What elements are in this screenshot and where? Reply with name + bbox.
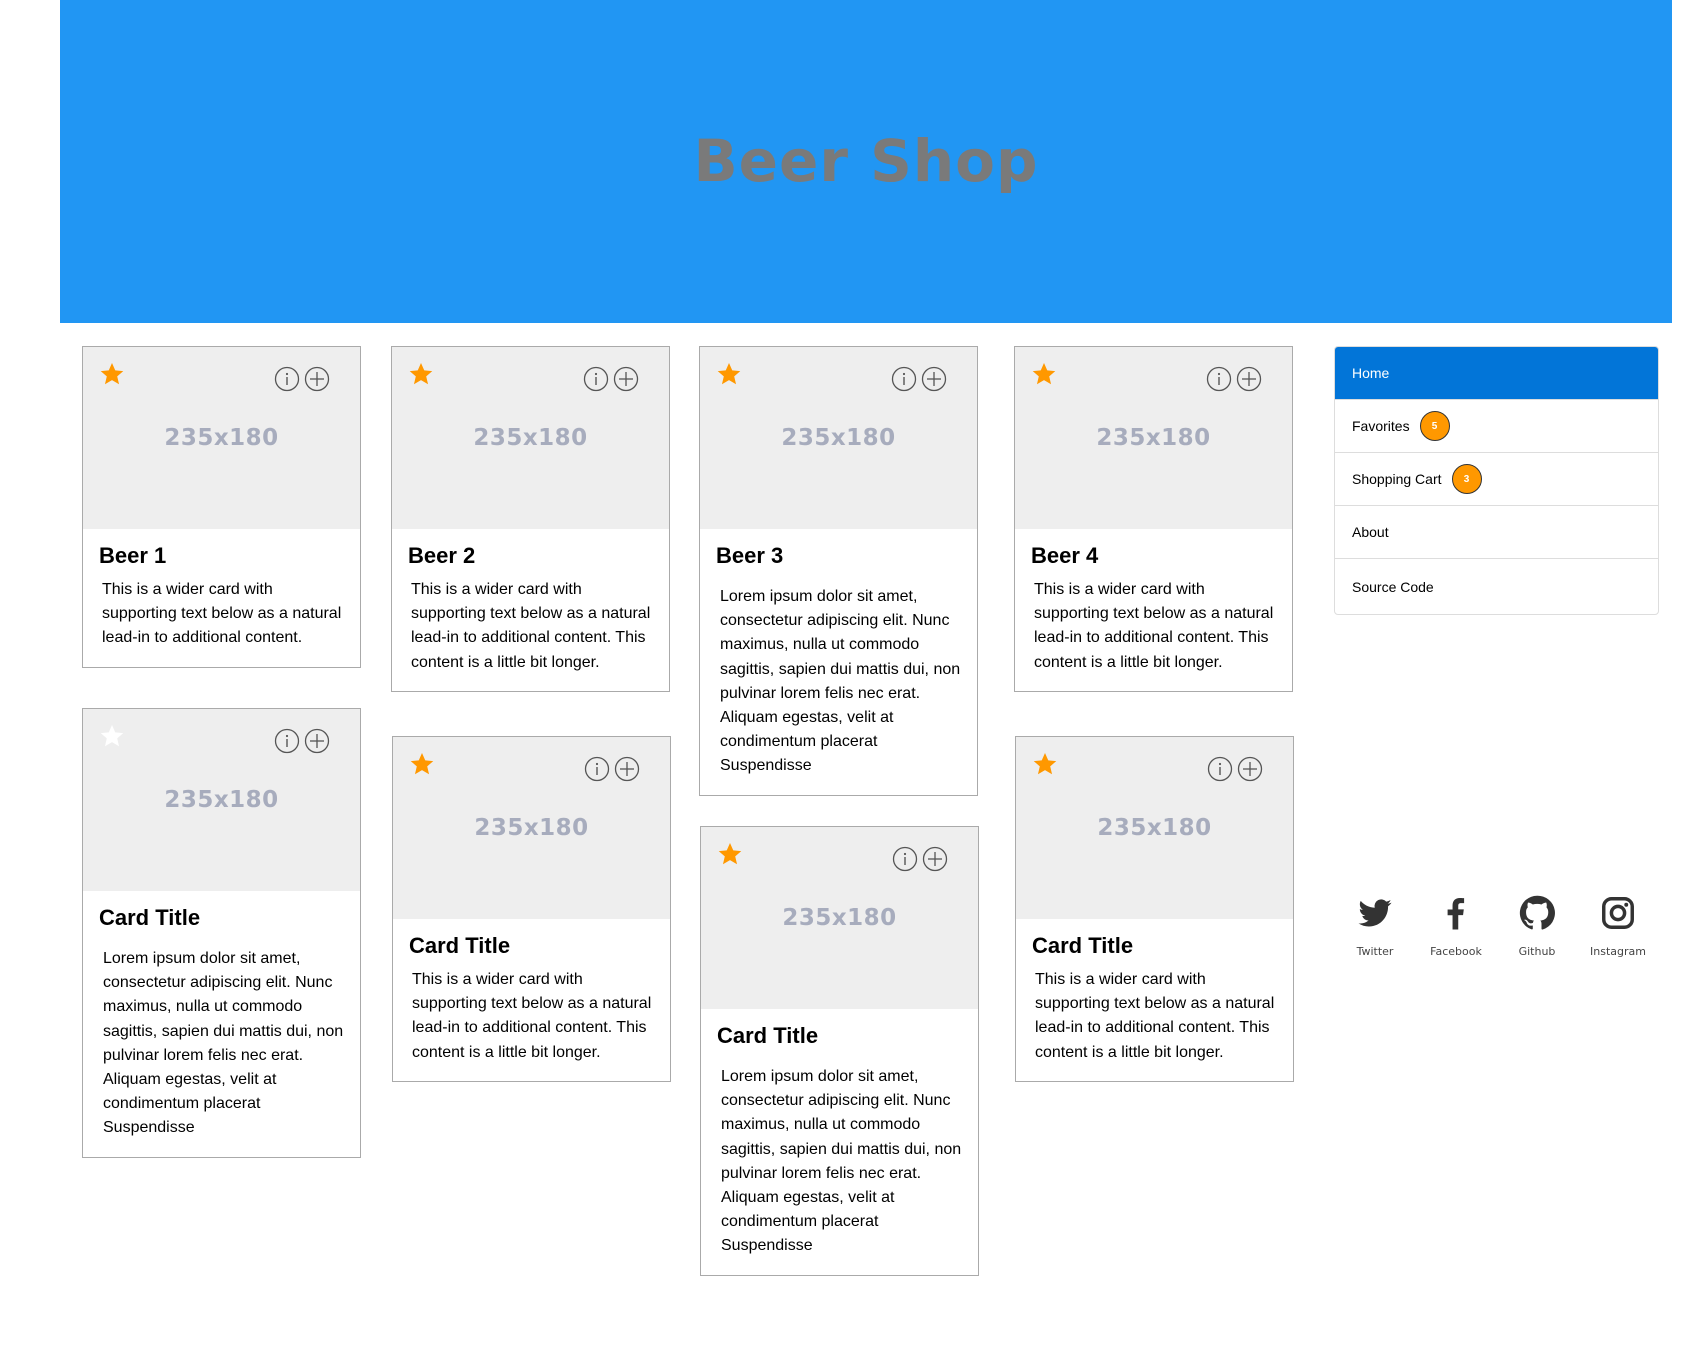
card-image-placeholder: 235x180 (1016, 737, 1293, 919)
card-image-placeholder: 235x180 (392, 347, 669, 529)
placeholder-label: 235x180 (782, 905, 897, 931)
twitter-link[interactable]: Twitter (1335, 895, 1415, 958)
header-banner: Beer Shop (60, 0, 1672, 323)
nav-item-about[interactable]: About (1335, 506, 1658, 559)
star-icon[interactable] (1031, 361, 1057, 387)
card-image-placeholder: 235x180 (83, 347, 360, 529)
card-text: Lorem ipsum dolor sit amet, consectetur … (720, 588, 961, 775)
placeholder-label: 235x180 (164, 787, 279, 813)
card-title: Beer 2 (408, 543, 476, 568)
sidebar-nav: Home Favorites 5 Shopping Cart 3 About S… (1334, 346, 1659, 615)
star-icon[interactable] (408, 361, 434, 387)
nav-item-favorites[interactable]: Favorites 5 (1335, 400, 1658, 453)
card-image-placeholder: 235x180 (701, 827, 978, 1009)
instagram-link[interactable]: Instagram (1578, 895, 1658, 958)
github-link[interactable]: Github (1497, 895, 1577, 958)
info-icon[interactable] (892, 846, 918, 872)
nav-item-label: Source Code (1352, 578, 1434, 595)
placeholder-label: 235x180 (474, 815, 589, 841)
card-image-placeholder: 235x180 (700, 347, 977, 529)
info-icon[interactable] (584, 756, 610, 782)
card-title: Beer 1 (99, 543, 167, 568)
star-icon[interactable] (409, 751, 435, 777)
info-icon[interactable] (274, 366, 300, 392)
card-text: Lorem ipsum dolor sit amet, consectetur … (721, 1068, 962, 1255)
card-image-placeholder: 235x180 (83, 709, 360, 891)
add-circle-icon[interactable] (1237, 756, 1263, 782)
card-text: Lorem ipsum dolor sit amet, consectetur … (103, 950, 344, 1137)
nav-item-label: Shopping Cart (1352, 471, 1442, 487)
card-text: This is a wider card with supporting tex… (411, 581, 651, 671)
facebook-link[interactable]: Facebook (1416, 895, 1496, 958)
card-title: Card Title (99, 905, 201, 930)
placeholder-label: 235x180 (473, 425, 588, 451)
add-circle-icon[interactable] (614, 756, 640, 782)
cart-count-badge: 3 (1451, 464, 1482, 494)
card-text: This is a wider card with supporting tex… (1035, 971, 1275, 1061)
social-label: Github (1518, 945, 1556, 958)
nav-item-label: Favorites (1352, 418, 1410, 434)
add-circle-icon[interactable] (613, 366, 639, 392)
card-title: Card Title (717, 1023, 819, 1048)
add-circle-icon[interactable] (304, 728, 330, 754)
nav-item-label: Home (1352, 365, 1390, 381)
star-icon[interactable] (716, 361, 742, 387)
beer-card: 235x180 Card Title This is a wider card … (392, 736, 671, 1082)
star-icon[interactable] (717, 841, 743, 867)
card-title: Beer 4 (1031, 543, 1099, 568)
nav-item-home[interactable]: Home (1335, 347, 1658, 400)
card-title: Beer 3 (716, 543, 784, 568)
facebook-icon (1447, 898, 1465, 930)
nav-item-label: About (1352, 524, 1389, 540)
card-text: This is a wider card with supporting tex… (1034, 581, 1274, 671)
card-text: This is a wider card with supporting tex… (412, 971, 652, 1061)
add-circle-icon[interactable] (1236, 366, 1262, 392)
nav-item-shopping-cart[interactable]: Shopping Cart 3 (1335, 453, 1658, 506)
add-circle-icon[interactable] (304, 366, 330, 392)
beer-card: 235x180 Card Title Lorem ipsum dolor sit… (82, 708, 361, 1158)
card-title: Card Title (409, 933, 511, 958)
add-circle-icon[interactable] (921, 366, 947, 392)
placeholder-label: 235x180 (1097, 815, 1212, 841)
card-image-placeholder: 235x180 (1015, 347, 1292, 529)
beer-card: 235x180 Card Title This is a wider card … (1015, 736, 1294, 1082)
social-label: Instagram (1590, 945, 1646, 958)
star-icon[interactable] (99, 361, 125, 387)
github-icon (1519, 895, 1555, 930)
placeholder-label: 235x180 (164, 425, 279, 451)
info-icon[interactable] (1206, 366, 1232, 392)
beer-card: 235x180 Card Title Lorem ipsum dolor sit… (700, 826, 979, 1276)
beer-card: 235x180 Beer 1 This is a wider card with… (82, 346, 361, 668)
nav-item-source-code[interactable]: Source Code (1335, 559, 1658, 614)
add-circle-icon[interactable] (922, 846, 948, 872)
star-icon[interactable] (1032, 751, 1058, 777)
info-icon[interactable] (583, 366, 609, 392)
social-label: Twitter (1356, 945, 1394, 958)
beer-card: 235x180 Beer 4 This is a wider card with… (1014, 346, 1293, 692)
placeholder-label: 235x180 (781, 425, 896, 451)
card-title: Card Title (1032, 933, 1134, 958)
placeholder-label: 235x180 (1096, 425, 1211, 451)
twitter-icon (1358, 899, 1392, 927)
page-title: Beer Shop (693, 127, 1039, 195)
beer-card: 235x180 Beer 3 Lorem ipsum dolor sit ame… (699, 346, 978, 796)
favorites-count-badge: 5 (1419, 411, 1450, 441)
beer-card: 235x180 Beer 2 This is a wider card with… (391, 346, 670, 692)
info-icon[interactable] (274, 728, 300, 754)
instagram-icon (1602, 897, 1634, 929)
social-label: Facebook (1430, 945, 1482, 958)
card-image-placeholder: 235x180 (393, 737, 670, 919)
info-icon[interactable] (1207, 756, 1233, 782)
star-icon[interactable] (99, 723, 125, 749)
info-icon[interactable] (891, 366, 917, 392)
card-text: This is a wider card with supporting tex… (102, 581, 342, 647)
